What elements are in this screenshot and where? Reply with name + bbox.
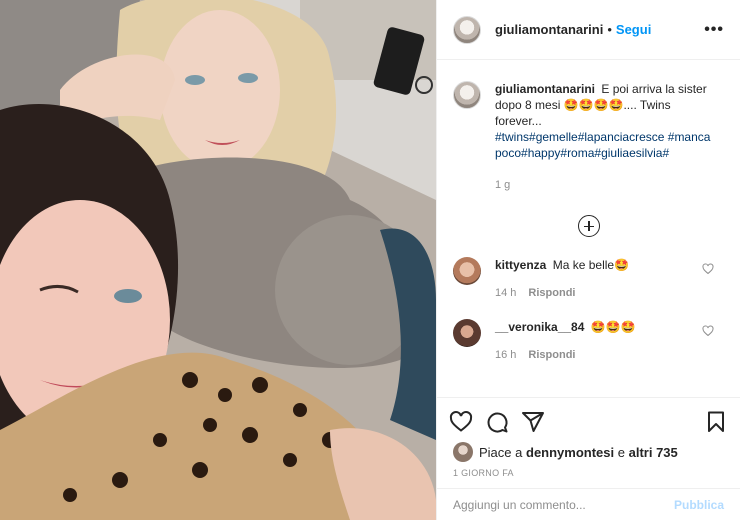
liker-username[interactable]: dennymontesi — [526, 445, 614, 460]
more-options-icon[interactable]: ••• — [704, 21, 724, 39]
share-send-icon[interactable] — [521, 410, 545, 434]
load-more-comments — [453, 215, 724, 237]
comment-text: Ma ke belle🤩 — [552, 258, 630, 272]
post-date: 1 GIORNO FA — [453, 468, 514, 478]
commenter-avatar[interactable] — [453, 319, 481, 347]
caption-hashtags[interactable]: #twins#gemelle#lapanciacresce #mancapoco… — [495, 129, 715, 161]
comment-time: 16 h — [495, 349, 517, 361]
header-separator: • — [607, 22, 612, 37]
post-actions: Piace a dennymontesi e altri 735 1 GIORN… — [437, 397, 740, 478]
comment-item: __veronika__84 🤩🤩🤩 16 h Rispondi — [453, 319, 724, 361]
publish-button[interactable]: Pubblica — [674, 498, 724, 512]
comment-text: 🤩🤩🤩 — [590, 320, 636, 334]
post-photo[interactable] — [0, 0, 436, 520]
bookmark-icon[interactable] — [704, 410, 728, 434]
commenter-avatar[interactable] — [453, 257, 481, 285]
comment-like-icon[interactable] — [702, 263, 714, 275]
liker-avatar[interactable] — [453, 442, 473, 462]
comment-username[interactable]: __veronika__84 — [495, 320, 584, 334]
likes-prefix: Piace a — [479, 444, 523, 460]
comment-item: kittyenza Ma ke belle🤩 14 h Rispondi — [453, 257, 724, 299]
comment-username[interactable]: kittyenza — [495, 258, 546, 272]
reply-button[interactable]: Rispondi — [528, 287, 575, 299]
author-avatar[interactable] — [453, 15, 481, 44]
caption-time: 1 g — [495, 179, 511, 191]
comment-bubble-icon[interactable] — [485, 410, 509, 434]
likes-others-link[interactable]: altri 735 — [629, 445, 678, 460]
likes-summary: Piace a dennymontesi e altri 735 — [449, 440, 728, 464]
caption-avatar[interactable] — [453, 81, 481, 109]
like-heart-icon[interactable] — [449, 410, 473, 434]
comment-input[interactable]: Aggiungi un commento... — [453, 498, 674, 512]
likes-conjunction: e — [617, 444, 625, 460]
comment-composer: Aggiungi un commento... Pubblica — [437, 488, 740, 520]
follow-button[interactable]: Segui — [616, 22, 651, 37]
caption-username[interactable]: giuliamontanarini — [495, 82, 595, 96]
comments-area[interactable]: giuliamontanarini E poi arriva la sister… — [437, 61, 740, 397]
post-caption: giuliamontanarini E poi arriva la sister… — [453, 61, 724, 193]
comment-like-icon[interactable] — [702, 325, 714, 337]
post-side-panel: giuliamontanarini • Segui ••• giuliamont… — [436, 0, 740, 520]
reply-button[interactable]: Rispondi — [528, 349, 575, 361]
author-username[interactable]: giuliamontanarini — [495, 22, 603, 37]
load-more-icon[interactable] — [577, 215, 600, 237]
selfie-image — [0, 0, 436, 520]
comment-time: 14 h — [495, 287, 517, 299]
post-header: giuliamontanarini • Segui ••• — [437, 0, 740, 60]
